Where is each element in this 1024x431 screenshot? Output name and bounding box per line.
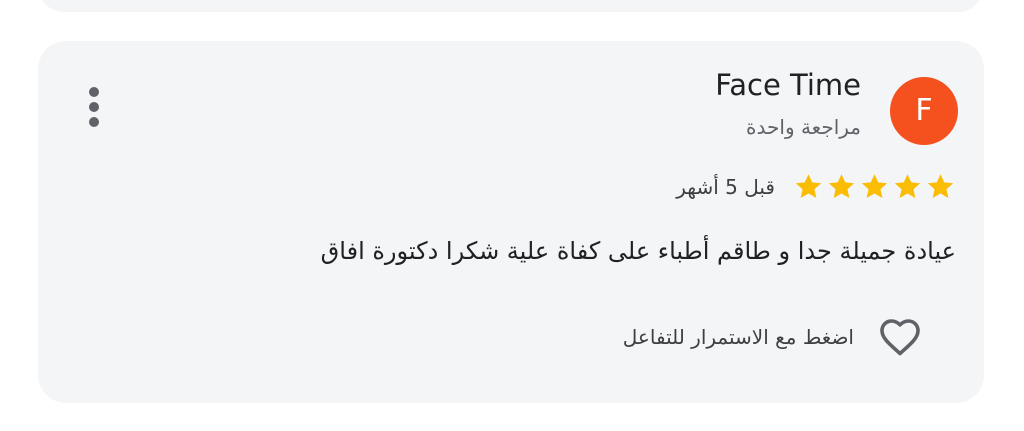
heart-outline-icon[interactable]: [876, 313, 924, 361]
react-label: اضغط مع الاستمرار للتفاعل: [622, 325, 854, 349]
avatar[interactable]: F: [890, 77, 958, 145]
react-button[interactable]: اضغط مع الاستمرار للتفاعل: [623, 313, 924, 361]
star-icon: [894, 174, 921, 198]
star-icon: [927, 174, 954, 198]
rating-row: قبل 5 أشهر: [676, 171, 956, 202]
review-text: عيادة جميلة جدا و طاقم أطباء على كفاة عل…: [320, 237, 956, 265]
review-card: F Face Time مراجعة واحدة قبل 5 أشهر عياد…: [38, 41, 984, 403]
previous-review-card: [38, 0, 984, 12]
star-icon: [861, 174, 888, 198]
star-rating: [793, 171, 956, 202]
author-name[interactable]: Face Time: [715, 68, 861, 102]
star-icon: [795, 174, 822, 198]
more-options-icon[interactable]: [82, 85, 106, 129]
review-time: قبل 5 أشهر: [676, 174, 775, 199]
author-review-count: مراجعة واحدة: [746, 115, 861, 139]
star-icon: [828, 174, 855, 198]
